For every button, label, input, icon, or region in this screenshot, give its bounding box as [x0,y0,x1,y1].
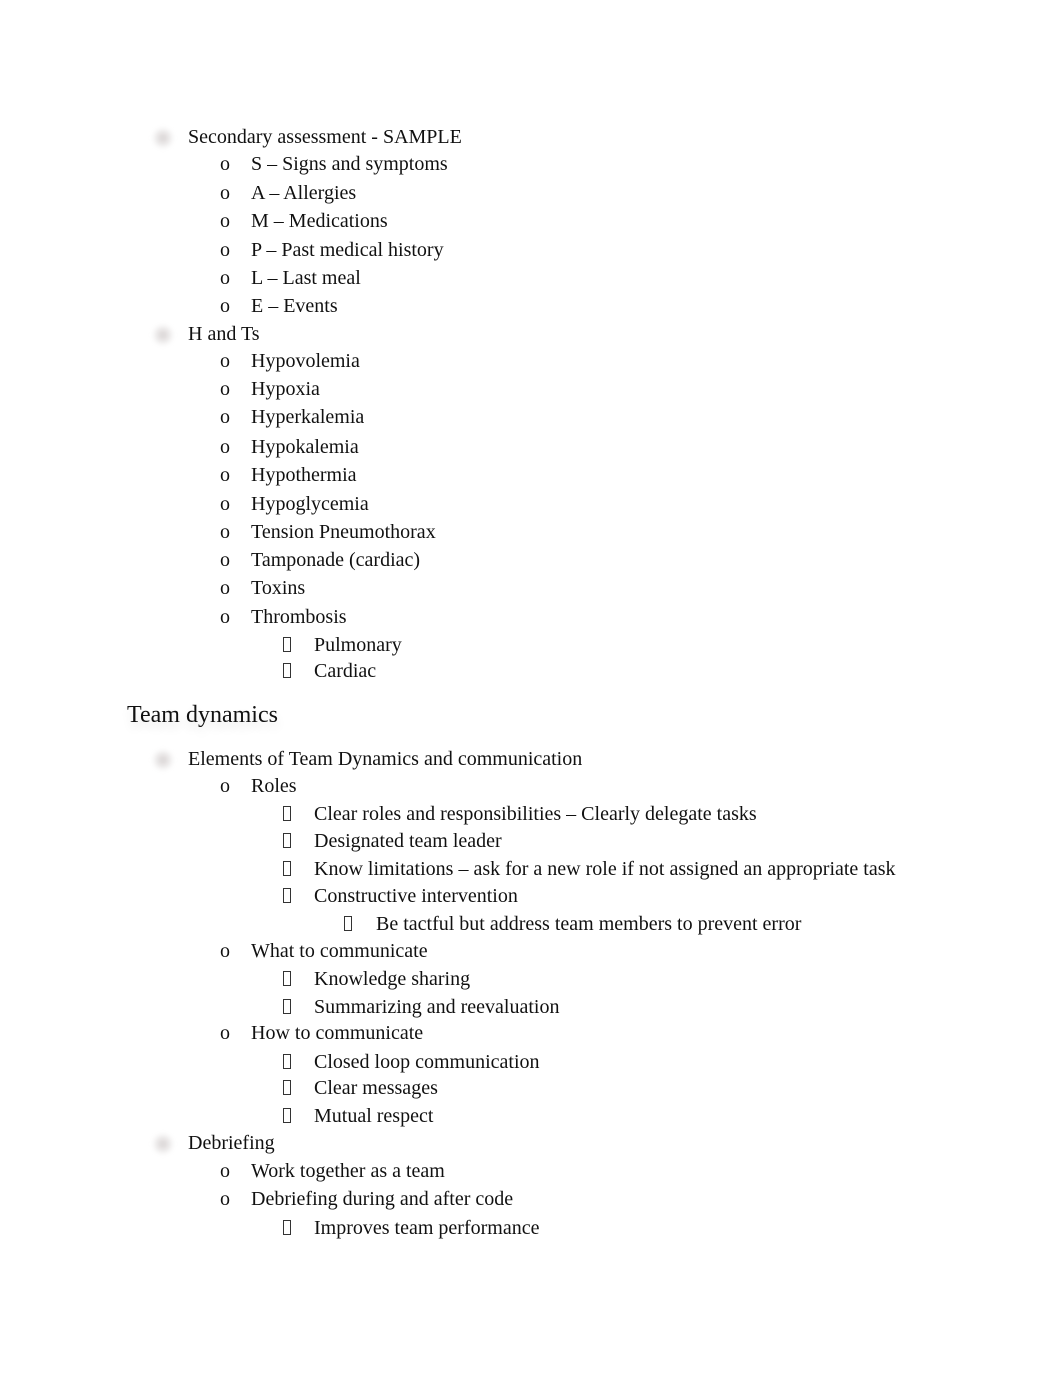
list-item: P – Past medical history [251,239,444,261]
list-item: Hypoxia [251,378,320,400]
bullet-icon: o [220,153,230,175]
list-item: M – Medications [251,210,388,232]
bullet-icon [283,1108,291,1123]
list-item: Clear roles and responsibilities – Clear… [314,803,757,825]
list-item: Roles [251,775,297,797]
bullet-icon: o [220,210,230,232]
bullet-icon [283,637,291,652]
list-item: Mutual respect [314,1105,434,1127]
bullet-icon: o [220,267,230,289]
list-item: Hyperkalemia [251,406,365,428]
list-item: Toxins [251,577,306,599]
list-item: Cardiac [314,660,377,682]
list-item: Knowledge sharing [314,968,471,990]
bullet-icon [283,971,291,986]
list-item: Clear messages [314,1077,438,1099]
list-item: Designated team leader [314,830,502,852]
list-item: Hypovolemia [251,350,360,372]
list-item: Constructive intervention [314,885,518,907]
list-item: A – Allergies [251,182,357,204]
bullet-icon: o [220,464,230,486]
bullet-icon [283,806,291,821]
list-item: What to communicate [251,940,428,962]
list-item: Elements of Team Dynamics and communicat… [188,748,583,770]
bullet-icon [283,1054,291,1069]
bullet-icon [283,1080,291,1095]
bullet-icon: o [220,521,230,543]
bullet-icon [344,916,352,931]
list-item: Thrombosis [251,606,347,628]
bullet-icon: o [220,295,230,317]
list-item: Hypothermia [251,464,357,486]
bullet-icon: o [220,1188,230,1210]
list-item: Closed loop communication [314,1051,540,1073]
list-item: Debriefing [188,1132,275,1154]
bullet-icon: o [220,775,230,797]
list-item: Tamponade (cardiac) [251,549,421,571]
bullet-icon: o [220,940,230,962]
list-item: Hypokalemia [251,436,359,458]
list-item: How to communicate [251,1022,424,1044]
list-item: E – Events [251,295,338,317]
bullet-icon: o [220,436,230,458]
bullet-icon: o [220,549,230,571]
bullet-icon: o [220,239,230,261]
bullet-icon [283,999,291,1014]
bullet-icon [283,861,291,876]
list-item: Improves team performance [314,1217,540,1239]
list-item: H and Ts [188,323,260,345]
bullet-icon [152,324,174,346]
bullet-icon [283,1220,291,1235]
list-item: Pulmonary [314,634,402,656]
bullet-icon: o [220,182,230,204]
bullet-icon [152,1133,174,1155]
list-item: Summarizing and reevaluation [314,996,560,1018]
list-item: Hypoglycemia [251,493,369,515]
list-item: Work together as a team [251,1160,445,1182]
list-item: Debriefing during and after code [251,1188,514,1210]
bullet-icon: o [220,577,230,599]
bullet-icon [283,833,291,848]
bullet-icon: o [220,378,230,400]
list-item: Know limitations – ask for a new role if… [314,858,896,880]
bullet-icon [152,749,174,771]
section-heading: Team dynamics [127,702,278,728]
bullet-icon [152,127,174,149]
bullet-icon: o [220,1160,230,1182]
bullet-icon: o [220,350,230,372]
bullet-icon: o [220,493,230,515]
bullet-icon [283,888,291,903]
bullet-icon [283,663,291,678]
list-item: S – Signs and symptoms [251,153,448,175]
bullet-icon: o [220,1022,230,1044]
list-item: Secondary assessment - SAMPLE [188,126,462,148]
list-item: Be tactful but address team members to p… [376,913,802,935]
list-item: Tension Pneumothorax [251,521,436,543]
bullet-icon: o [220,606,230,628]
bullet-icon: o [220,406,230,428]
list-item: L – Last meal [251,267,361,289]
